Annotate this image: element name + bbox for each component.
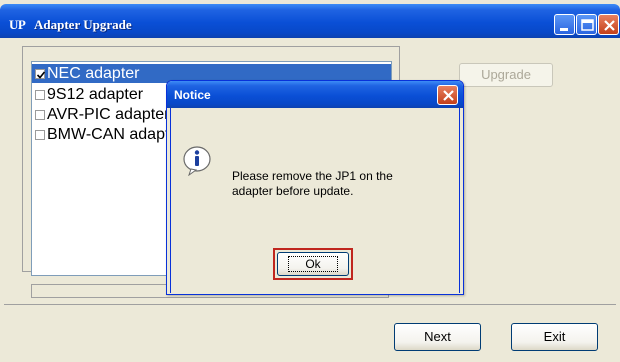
info-icon: [183, 146, 211, 176]
close-icon: [443, 90, 454, 101]
minimize-button[interactable]: [554, 14, 575, 35]
checkbox[interactable]: [35, 130, 45, 140]
next-button[interactable]: Next: [394, 323, 481, 351]
minimize-icon: [560, 28, 568, 31]
checkbox[interactable]: [35, 69, 46, 79]
ok-button-label: Ok: [288, 256, 338, 272]
close-icon: [604, 20, 615, 31]
checkbox[interactable]: [35, 90, 45, 100]
maximize-icon: [581, 19, 594, 31]
close-button[interactable]: [598, 14, 619, 35]
notice-dialog: Notice Please remove the JP1 on the adap…: [166, 80, 464, 295]
window-title: Adapter Upgrade: [34, 17, 132, 32]
checkbox[interactable]: [35, 110, 45, 120]
upgrade-button[interactable]: Upgrade: [459, 63, 553, 87]
dialog-body: Please remove the JP1 on the adapter bef…: [170, 108, 460, 293]
checkmark-icon: [36, 71, 46, 79]
divider: [4, 304, 616, 305]
ok-button[interactable]: Ok: [277, 252, 349, 276]
list-item-label: AVR-PIC adapter: [47, 106, 170, 123]
exit-button[interactable]: Exit: [511, 323, 598, 351]
list-item-label: BMW-CAN adapter: [47, 126, 184, 143]
maximize-button[interactable]: [576, 14, 597, 35]
list-item-label: NEC adapter: [47, 65, 140, 82]
window-titlebar[interactable]: UP Adapter Upgrade: [0, 4, 620, 38]
dialog-close-button[interactable]: [437, 85, 458, 105]
list-item-label: 9S12 adapter: [47, 86, 144, 103]
dialog-titlebar[interactable]: Notice: [167, 81, 463, 108]
app-logo: UP: [9, 17, 26, 32]
dialog-message: Please remove the JP1 on the adapter bef…: [232, 169, 393, 198]
dialog-title: Notice: [174, 88, 211, 102]
